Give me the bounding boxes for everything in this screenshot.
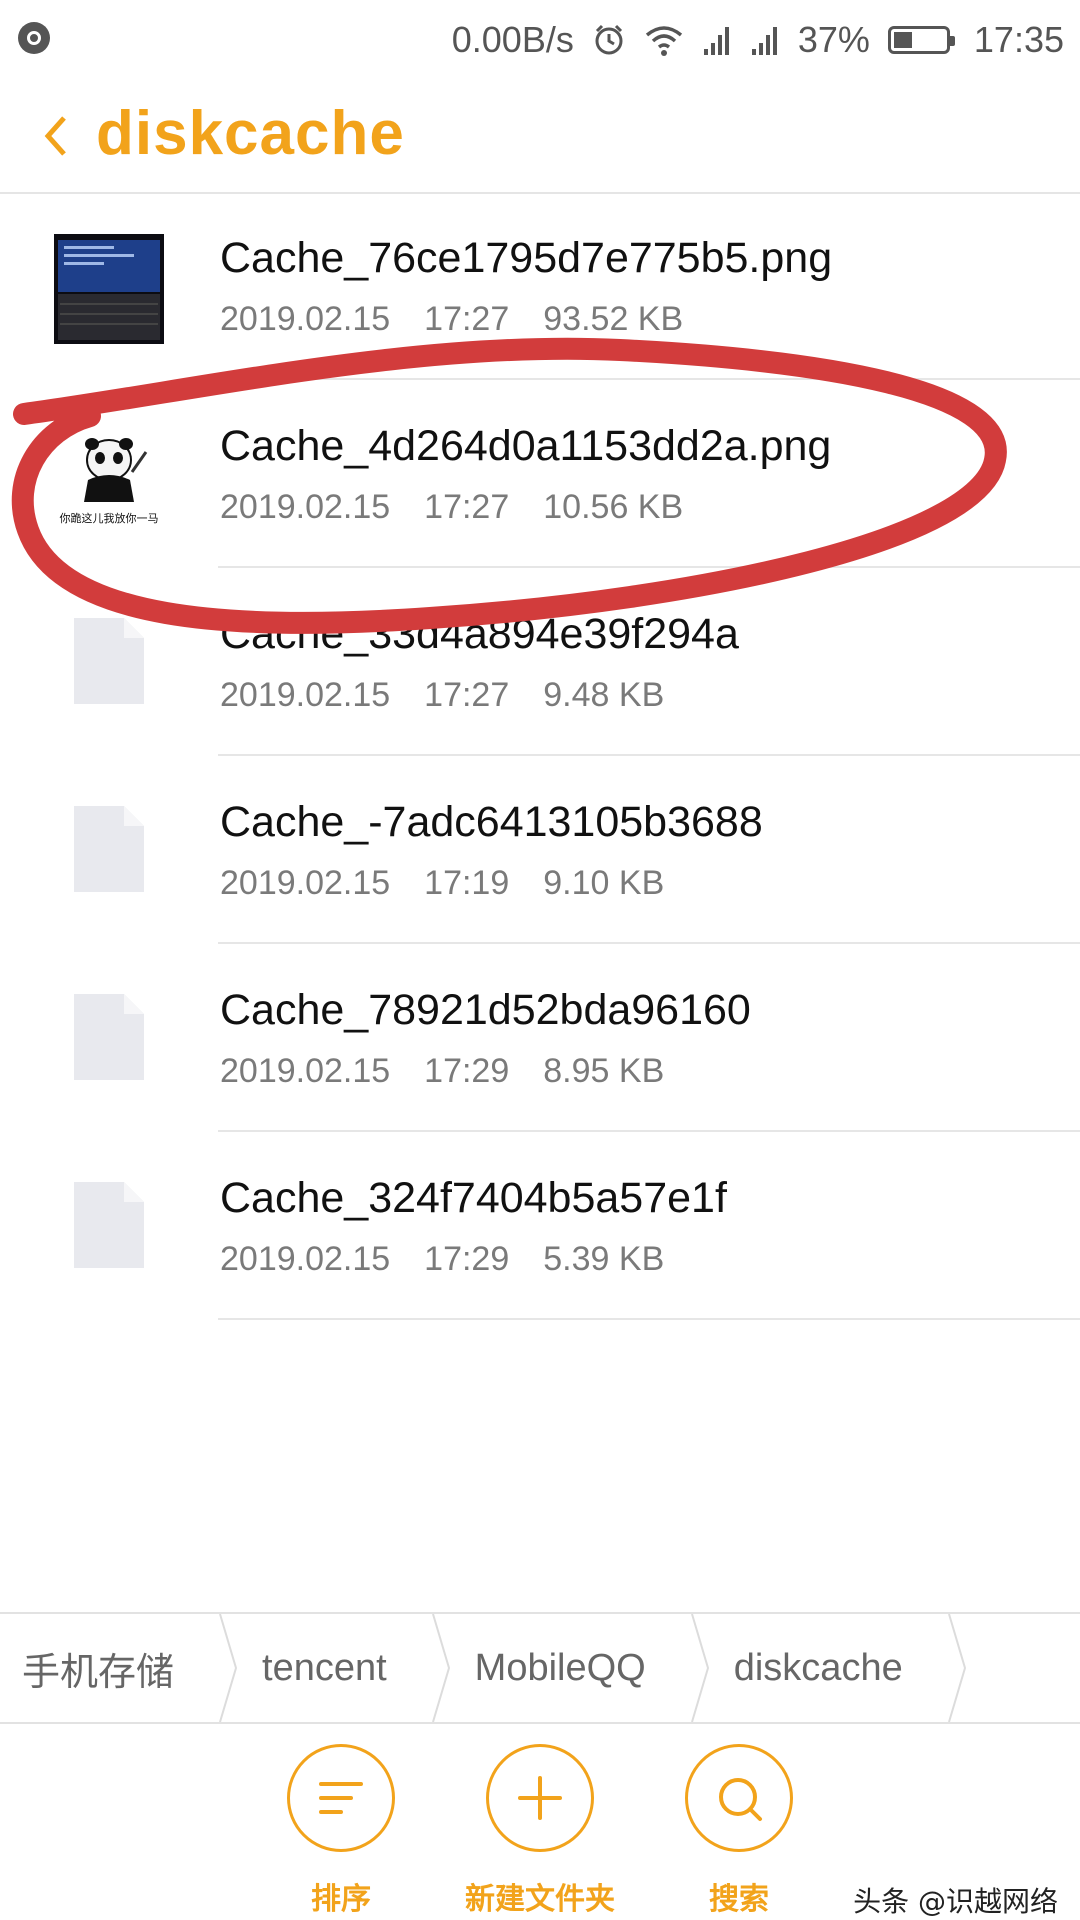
- document-icon: [74, 806, 144, 892]
- file-size: 93.52 KB: [543, 300, 684, 338]
- signal-icon: [751, 27, 777, 55]
- divider: [218, 1318, 1080, 1320]
- file-row[interactable]: Cache_33d4a894e39f294a 2019.02.15 17:27 9.…: [0, 568, 1080, 756]
- image-thumbnail: 你跪这儿我放你一马: [54, 422, 164, 532]
- file-date: 2019.02.15: [220, 1052, 391, 1090]
- file-size: 5.39 KB: [543, 1240, 665, 1278]
- status-right-group: 0.00B/s 37% 17:35: [452, 14, 1064, 66]
- file-meta: 2019.02.15 17:27 93.52 KB: [220, 300, 717, 339]
- file-meta: 2019.02.15 17:27 10.56 KB: [220, 488, 717, 527]
- file-name: Cache_76ce1795d7e775b5.png: [220, 234, 833, 282]
- chevron-left-icon: [44, 116, 66, 156]
- file-time: 17:27: [424, 488, 510, 526]
- file-name: Cache_4d264d0a1153dd2a.png: [220, 422, 832, 470]
- file-size: 8.95 KB: [543, 1052, 665, 1090]
- browser-icon: [18, 22, 50, 54]
- file-meta: 2019.02.15 17:19 9.10 KB: [220, 864, 698, 903]
- breadcrumb-separator-icon: [219, 1614, 238, 1722]
- net-speed: 0.00B/s: [451, 19, 574, 60]
- status-time: 17:35: [973, 19, 1064, 60]
- file-time: 17:27: [424, 676, 510, 714]
- file-row[interactable]: Cache_76ce1795d7e775b5.png 2019.02.15 17:…: [0, 192, 1080, 380]
- watermark: 头条 @识越网络: [853, 1885, 1058, 1918]
- page-title: diskcache: [96, 99, 405, 168]
- file-size: 9.48 KB: [543, 676, 665, 714]
- wifi-icon: [645, 26, 682, 56]
- file-time: 17:29: [424, 1052, 510, 1090]
- back-button[interactable]: [36, 110, 76, 162]
- battery-icon: [887, 26, 955, 54]
- search-icon: [685, 1744, 793, 1852]
- breadcrumb-item-diskcache[interactable]: diskcache: [712, 1614, 945, 1722]
- plus-icon: [486, 1744, 594, 1852]
- document-icon: [74, 994, 144, 1080]
- file-date: 2019.02.15: [220, 488, 391, 526]
- breadcrumb-item-mobileqq[interactable]: MobileQQ: [453, 1614, 688, 1722]
- file-row[interactable]: 你跪这儿我放你一马 Cache_4d264d0a1153dd2a.png 201…: [0, 380, 1080, 568]
- sort-icon: [287, 1744, 395, 1852]
- file-name: Cache_-7adc6413105b3688: [220, 798, 763, 846]
- new-folder-label: 新建文件夹: [465, 1882, 615, 1917]
- status-bar: 0.00B/s 37% 17:35: [0, 0, 1080, 80]
- alarm-icon: [595, 24, 623, 55]
- sort-label: 排序: [311, 1882, 371, 1917]
- breadcrumb: 手机存储 tencent MobileQQ diskcache: [0, 1612, 1080, 1724]
- file-name: Cache_324f7404b5a57e1f: [220, 1174, 727, 1222]
- thumbnail-caption: 你跪这儿我放你一马: [60, 511, 159, 525]
- file-date: 2019.02.15: [220, 300, 391, 338]
- search-button[interactable]: 搜索: [639, 1744, 839, 1920]
- document-icon: [74, 618, 144, 704]
- file-size: 9.10 KB: [543, 864, 665, 902]
- file-date: 2019.02.15: [220, 1240, 391, 1278]
- file-time: 17:29: [424, 1240, 510, 1278]
- file-size: 10.56 KB: [543, 488, 684, 526]
- file-name: Cache_78921d52bda96160: [220, 986, 751, 1034]
- sort-button[interactable]: 排序: [241, 1744, 441, 1920]
- breadcrumb-separator-icon: [431, 1614, 450, 1722]
- breadcrumb-separator-icon: [947, 1614, 966, 1722]
- battery-percent: 37%: [797, 19, 870, 60]
- new-folder-button[interactable]: 新建文件夹: [440, 1744, 640, 1920]
- file-time: 17:27: [424, 300, 510, 338]
- file-time: 17:19: [424, 864, 510, 902]
- image-thumbnail: [54, 234, 164, 344]
- file-row[interactable]: Cache_324f7404b5a57e1f 2019.02.15 17:29 5.…: [0, 1132, 1080, 1320]
- document-icon: [74, 1182, 144, 1268]
- breadcrumb-item-phone-storage[interactable]: 手机存储: [0, 1614, 216, 1722]
- file-meta: 2019.02.15 17:29 8.95 KB: [220, 1052, 698, 1091]
- breadcrumb-item-tencent[interactable]: tencent: [240, 1614, 429, 1722]
- file-row[interactable]: Cache_-7adc6413105b3688 2019.02.15 17:19 9…: [0, 756, 1080, 944]
- file-row[interactable]: Cache_78921d52bda96160 2019.02.15 17:29 8.…: [0, 944, 1080, 1132]
- file-date: 2019.02.15: [220, 676, 391, 714]
- header: diskcache: [0, 80, 1080, 194]
- file-meta: 2019.02.15 17:29 5.39 KB: [220, 1240, 698, 1279]
- breadcrumb-separator-icon: [690, 1614, 709, 1722]
- signal-icon: [703, 27, 729, 55]
- file-meta: 2019.02.15 17:27 9.48 KB: [220, 676, 698, 715]
- file-date: 2019.02.15: [220, 864, 391, 902]
- file-name: Cache_33d4a894e39f294a: [220, 610, 739, 658]
- file-list: Cache_76ce1795d7e775b5.png 2019.02.15 17:…: [0, 192, 1080, 1320]
- search-label: 搜索: [709, 1882, 769, 1917]
